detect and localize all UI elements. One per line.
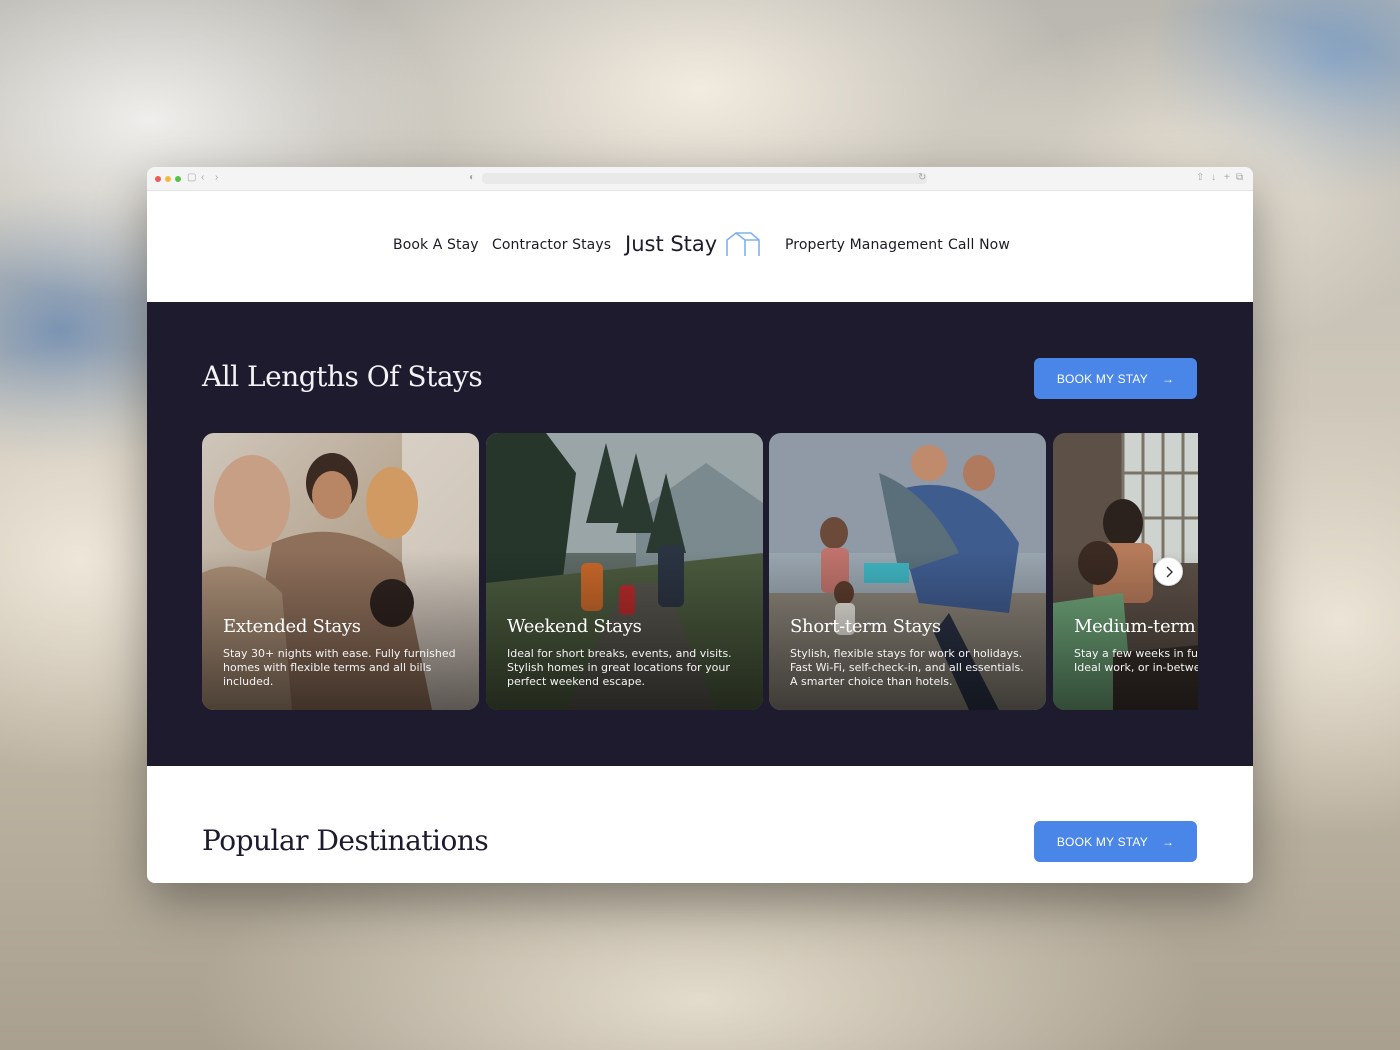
card-title: Weekend Stays xyxy=(507,616,642,637)
zoom-window-button[interactable] xyxy=(175,176,181,182)
site-logo[interactable]: Just Stay xyxy=(625,231,761,257)
logo-text: Just Stay xyxy=(625,232,718,256)
back-icon[interactable]: ‹ xyxy=(201,172,204,184)
card-weekend-stays[interactable]: Weekend Stays Ideal for short breaks, ev… xyxy=(486,433,763,710)
close-window-button[interactable] xyxy=(155,176,161,182)
arrow-right-icon: → xyxy=(1161,371,1175,386)
card-description: Stay 30+ nights with ease. Fully furnish… xyxy=(223,647,456,688)
nav-property-management[interactable]: Property Management xyxy=(785,237,943,253)
card-short-term-stays[interactable]: Short-term Stays Stylish, flexible stays… xyxy=(769,433,1046,710)
forward-icon[interactable]: › xyxy=(215,172,218,184)
nav-call-now[interactable]: Call Now xyxy=(948,237,1010,253)
book-my-stay-label: BOOK MY STAY xyxy=(1056,834,1148,849)
stays-section: All Lengths Of Stays BOOK MY STAY → Exte… xyxy=(147,302,1253,766)
tabs-overview-icon[interactable]: ⧉ xyxy=(1236,172,1243,184)
card-description: Stay a few weeks in fully with bills inc… xyxy=(1074,647,1198,674)
carousel-next-button[interactable] xyxy=(1154,557,1183,586)
book-my-stay-button[interactable]: BOOK MY STAY → xyxy=(1034,358,1197,399)
book-my-stay-label: BOOK MY STAY xyxy=(1056,371,1148,386)
share-icon[interactable]: ⇧ xyxy=(1196,172,1204,184)
reload-icon[interactable]: ↻ xyxy=(918,172,926,184)
nav-book-a-stay[interactable]: Book A Stay xyxy=(393,237,479,253)
book-my-stay-button[interactable]: BOOK MY STAY → xyxy=(1034,821,1197,862)
nav-contractor-stays[interactable]: Contractor Stays xyxy=(492,237,611,253)
house-logo-icon xyxy=(726,231,761,256)
destinations-section-title: Popular Destinations xyxy=(202,824,489,857)
stays-section-title: All Lengths Of Stays xyxy=(202,360,483,393)
browser-toolbar: ▢ ‹ › ◐ ↻ ⇧ ↓ + ⧉ xyxy=(147,167,1253,191)
destinations-section: Popular Destinations BOOK MY STAY → xyxy=(147,766,1253,883)
site-header: Book A Stay Contractor Stays Just Stay P… xyxy=(147,191,1253,302)
sidebar-icon[interactable]: ▢ xyxy=(187,172,196,184)
card-title: Short-term Stays xyxy=(790,616,941,637)
download-icon[interactable]: ↓ xyxy=(1211,172,1216,184)
browser-window: ▢ ‹ › ◐ ↻ ⇧ ↓ + ⧉ Book A Stay Contractor… xyxy=(147,167,1253,883)
new-tab-icon[interactable]: + xyxy=(1224,172,1230,184)
minimize-window-button[interactable] xyxy=(165,176,171,182)
chevron-right-icon xyxy=(1166,566,1173,577)
card-description: Ideal for short breaks, events, and visi… xyxy=(507,647,732,688)
card-title: Medium-term S xyxy=(1074,616,1198,637)
card-extended-stays[interactable]: Extended Stays Stay 30+ nights with ease… xyxy=(202,433,479,710)
stays-carousel[interactable]: Extended Stays Stay 30+ nights with ease… xyxy=(202,433,1198,710)
address-bar[interactable] xyxy=(482,173,927,184)
card-description: Stylish, flexible stays for work or holi… xyxy=(790,647,1024,688)
arrow-right-icon: → xyxy=(1161,834,1175,849)
privacy-icon[interactable]: ◐ xyxy=(469,172,475,184)
card-title: Extended Stays xyxy=(223,616,361,637)
